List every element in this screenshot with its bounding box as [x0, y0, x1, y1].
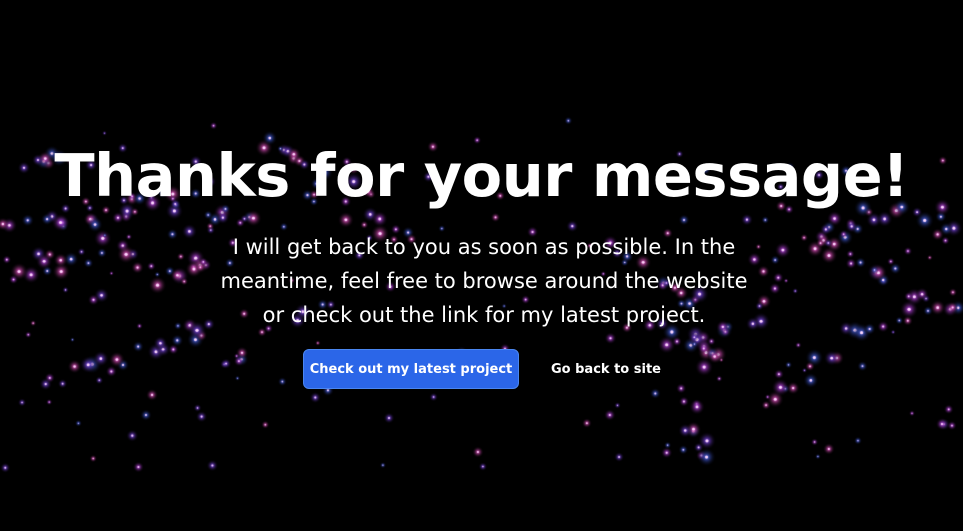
thank-you-message: I will get back to you as soon as possib… [190, 230, 778, 332]
thank-you-hero: Thanks for your message! I will get back… [0, 0, 963, 531]
back-to-site-link[interactable]: Go back to site [543, 349, 669, 389]
message-line: or check out the link for my latest proj… [262, 303, 706, 327]
action-buttons: Check out my latest project Go back to s… [303, 349, 669, 389]
message-line: meantime, feel free to browse around the… [220, 269, 748, 293]
message-line: I will get back to you as soon as possib… [232, 235, 736, 259]
latest-project-button[interactable]: Check out my latest project [303, 349, 519, 389]
page-title: Thanks for your message! [54, 141, 909, 210]
